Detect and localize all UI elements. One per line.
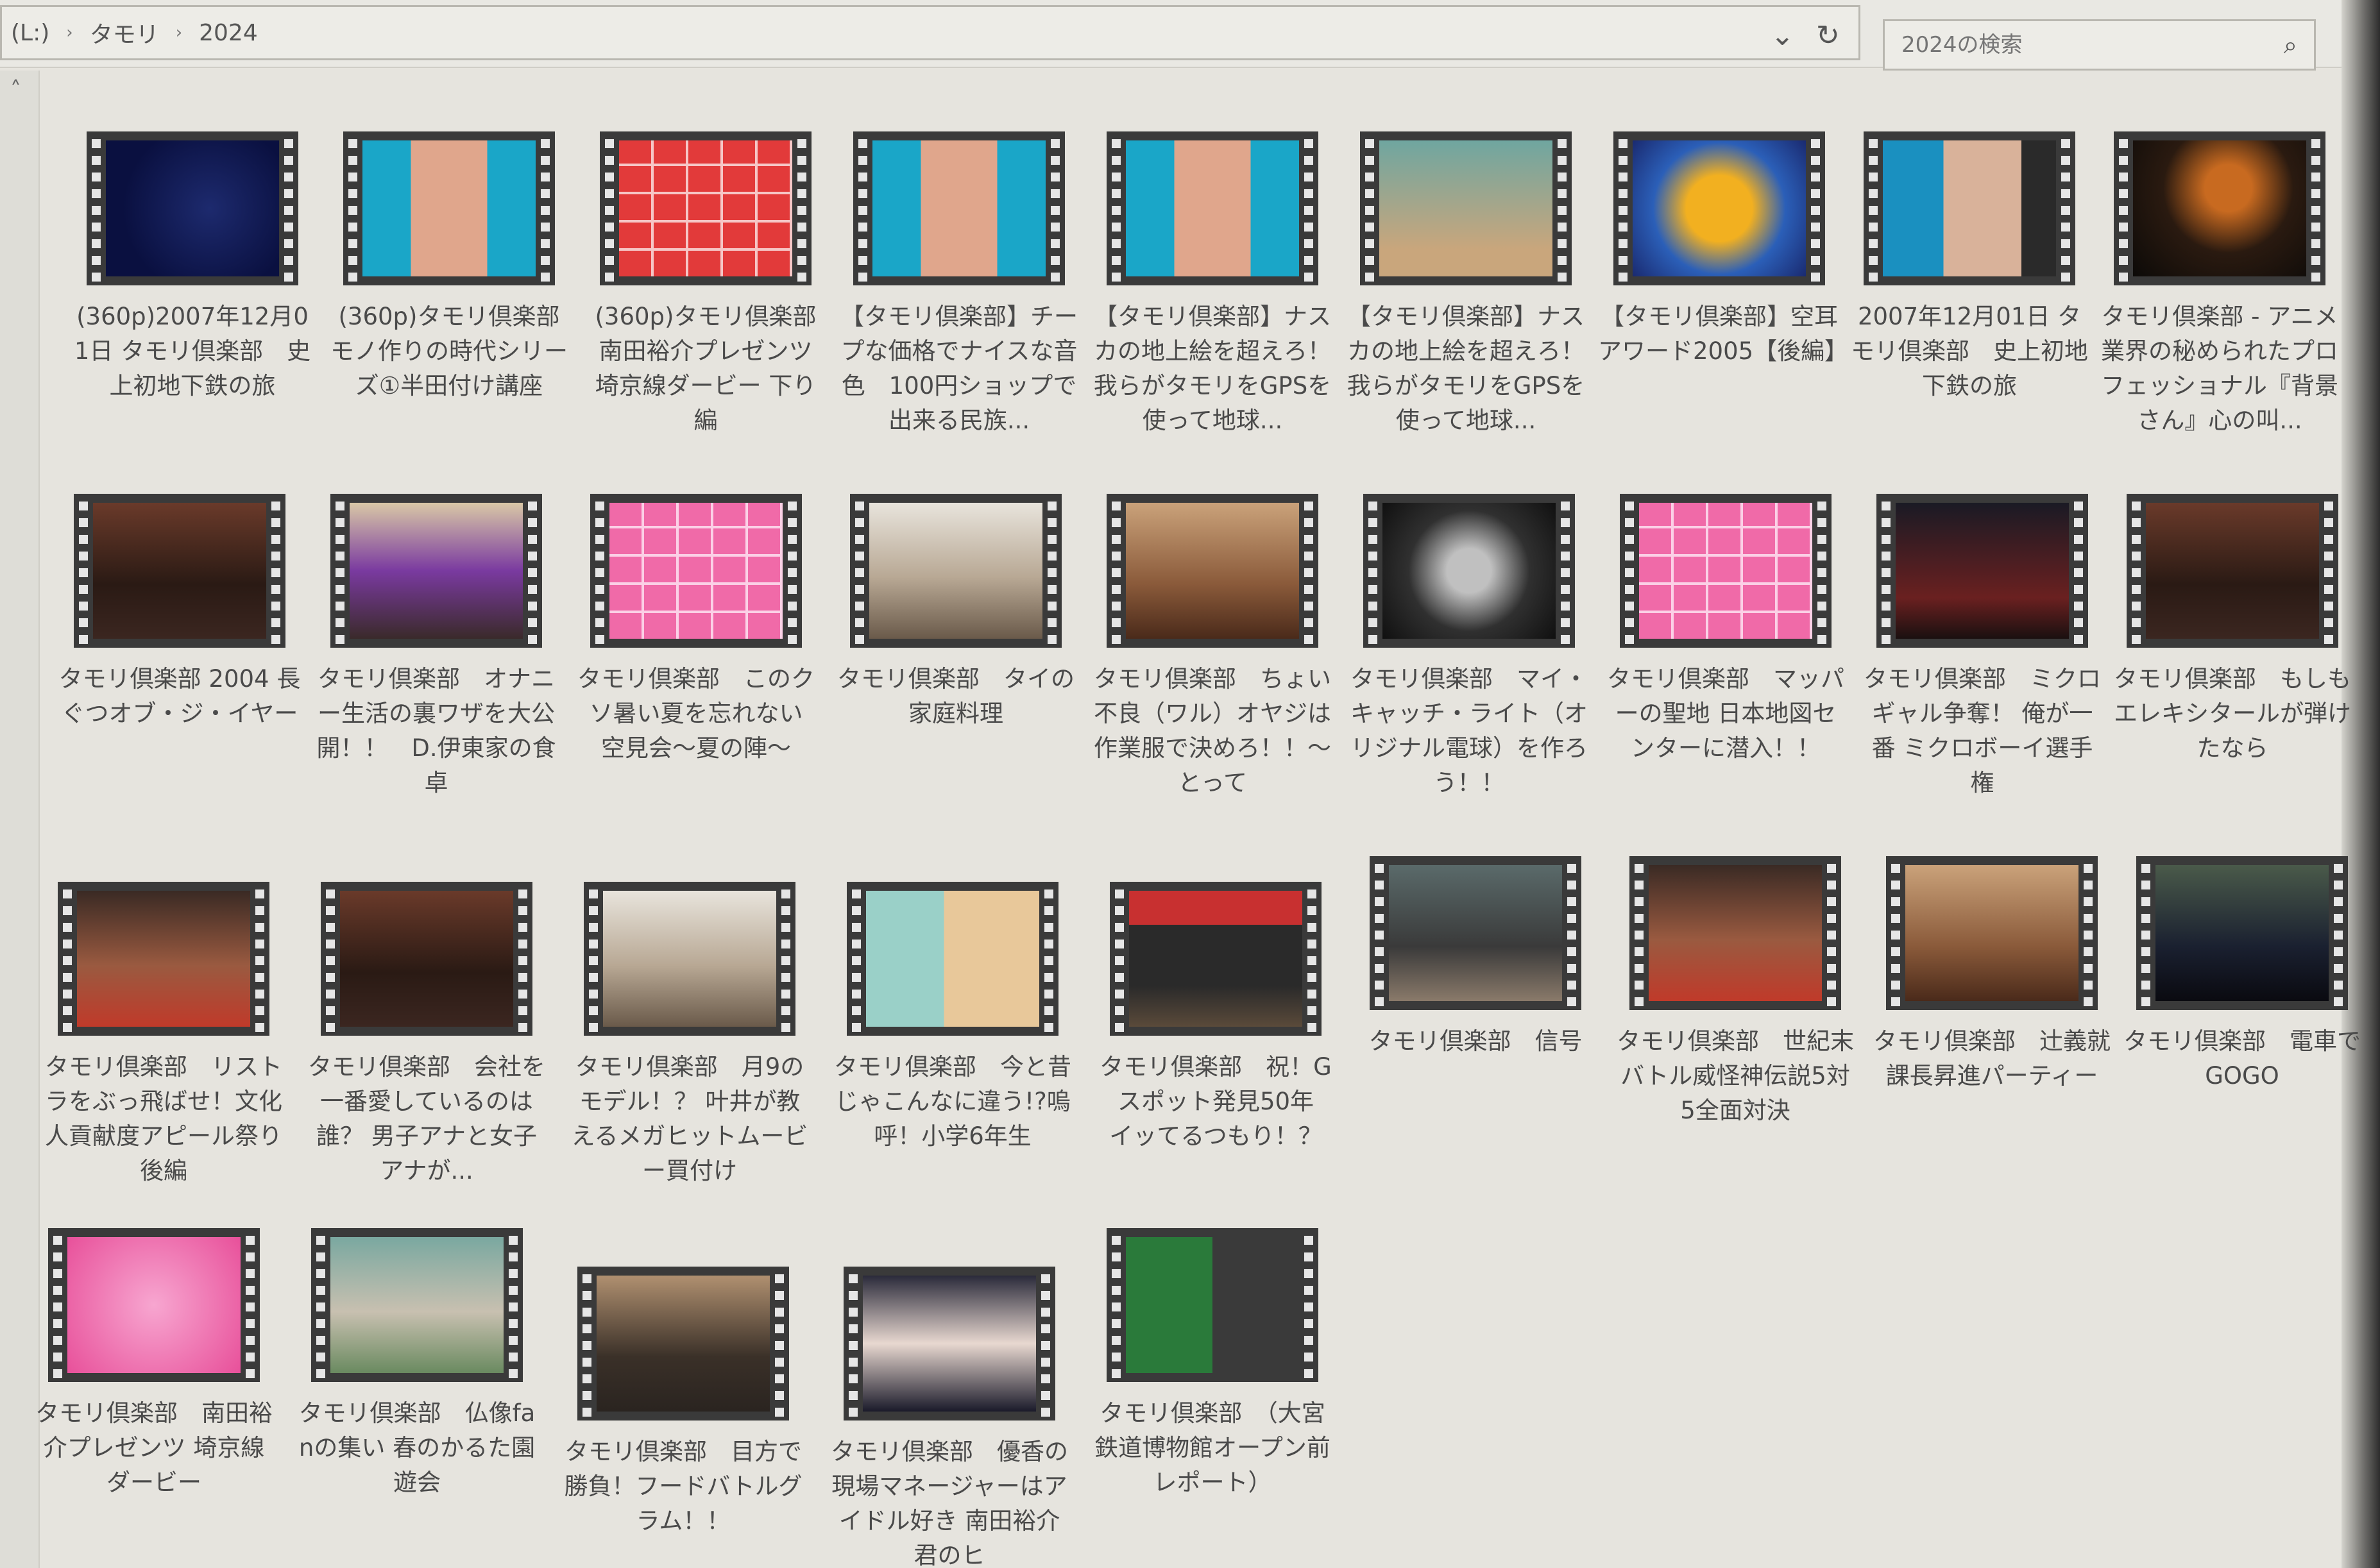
video-file-item[interactable]: タモリ倶楽部 2004 長ぐつオブ・ジ・イヤー	[55, 494, 305, 731]
file-name: タモリ倶楽部 世紀末バトル威怪神伝説5対5全面対決	[1617, 1027, 1854, 1124]
video-file-item[interactable]: 【タモリ倶楽部】チープな価格でナイスな音色 100円ショップで出来る民族...	[834, 131, 1084, 438]
video-file-item[interactable]: タモリ倶楽部 オナニー生活の裏ワザを大公開！！ D.伊東家の食卓	[311, 494, 561, 800]
file-name: 【タモリ倶楽部】空耳アワード2005【後編】	[1598, 303, 1849, 365]
video-thumbnail[interactable]	[577, 1267, 789, 1420]
video-file-item[interactable]: タモリ倶楽部 マッパーの聖地 日本地図センターに潜入！！	[1601, 494, 1851, 766]
file-name: タモリ倶楽部 もしもエレキシタールが弾けたなら	[2114, 665, 2351, 762]
file-name: タモリ倶楽部 今と昔じゃこんなに違う!?嗚呼！小学6年生	[834, 1053, 1071, 1150]
file-name: タモリ倶楽部 電車でGOGO	[2123, 1027, 2361, 1090]
file-name: タモリ倶楽部 ミクロギャル争奪！ 俺が一番 ミクロボーイ選手権	[1864, 665, 2101, 797]
video-file-item[interactable]: タモリ倶楽部 仏像fanの集い 春のかるた園遊会	[292, 1228, 542, 1500]
file-name: 【タモリ倶楽部】ナスカの地上絵を超えろ！我らがタモリをGPSを使って地球...	[1093, 303, 1332, 434]
file-name: 【タモリ倶楽部】チープな価格でナイスな音色 100円ショップで出来る民族...	[840, 303, 1078, 434]
video-thumbnail[interactable]	[590, 494, 802, 648]
video-file-item[interactable]: タモリ倶楽部 南田裕介プレゼンツ 埼京線ダービー	[29, 1228, 279, 1500]
video-file-item[interactable]: (360p)2007年12月01日 タモリ倶楽部 史上初地下鉄の旅	[67, 131, 318, 403]
video-file-item[interactable]: タモリ倶楽部 今と昔じゃこんなに違う!?嗚呼！小学6年生	[828, 882, 1078, 1154]
file-name: (360p)タモリ倶楽部 南田裕介プレゼンツ 埼京線ダービー 下り編	[595, 303, 840, 434]
video-thumbnail[interactable]	[1110, 882, 1322, 1036]
video-thumbnail[interactable]	[87, 131, 298, 285]
file-name: タモリ倶楽部 このクソ暑い夏を忘れない 空見会〜夏の陣〜	[577, 665, 815, 762]
video-file-item[interactable]: タモリ倶楽部 辻義就課長昇進パーティー	[1867, 856, 2117, 1093]
video-thumbnail[interactable]	[58, 882, 269, 1036]
file-name: タモリ倶楽部 辻義就課長昇進パーティー	[1873, 1027, 2111, 1090]
video-thumbnail[interactable]	[2114, 131, 2325, 285]
file-name: タモリ倶楽部 マッパーの聖地 日本地図センターに潜入！！	[1607, 665, 1844, 762]
video-file-item[interactable]: タモリ倶楽部 優香の現場マネージャーはアイドル好き 南田裕介君のヒ	[824, 1267, 1075, 1568]
video-thumbnail[interactable]	[1363, 494, 1575, 648]
file-name: タモリ倶楽部 会社を一番愛しているのは誰？ 男子アナと女子アナが...	[308, 1053, 545, 1184]
file-name: タモリ倶楽部 - アニメ業界の秘められたプロフェッショナル『背景さん』心の叫..…	[2101, 303, 2338, 434]
video-thumbnail[interactable]	[847, 882, 1058, 1036]
video-file-item[interactable]: (360p)タモリ倶楽部 南田裕介プレゼンツ 埼京線ダービー 下り編	[581, 131, 840, 438]
file-name: タモリ倶楽部 リストラをぶっ飛ばせ！文化人貢献度アピール祭り 後編	[45, 1053, 282, 1184]
video-thumbnail[interactable]	[48, 1228, 260, 1382]
file-grid: (360p)2007年12月01日 タモリ倶楽部 史上初地下鉄の旅 (360p)…	[0, 0, 2380, 1568]
file-name: タモリ倶楽部 オナニー生活の裏ワザを大公開！！ D.伊東家の食卓	[316, 665, 556, 797]
video-file-item[interactable]: タモリ倶楽部 月9のモデル！？ 叶井が教えるメガヒットムービー買付け	[565, 882, 815, 1188]
video-thumbnail[interactable]	[2127, 494, 2338, 648]
file-name: タモリ倶楽部 仏像fanの集い 春のかるた園遊会	[298, 1399, 536, 1496]
video-thumbnail[interactable]	[343, 131, 555, 285]
video-thumbnail[interactable]	[1613, 131, 1825, 285]
video-thumbnail[interactable]	[853, 131, 1065, 285]
video-thumbnail[interactable]	[584, 882, 795, 1036]
video-thumbnail[interactable]	[1629, 856, 1841, 1010]
file-name: 【タモリ倶楽部】ナスカの地上絵を超えろ！我らがタモリをGPSを使って地球...	[1347, 303, 1585, 434]
video-file-item[interactable]: 【タモリ倶楽部】ナスカの地上絵を超えろ！我らがタモリをGPSを使って地球...	[1087, 131, 1338, 438]
file-name: タモリ倶楽部 目方で勝負！フードバトルグラム！！	[564, 1438, 803, 1535]
video-file-item[interactable]: タモリ倶楽部 目方で勝負！フードバトルグラム！！	[558, 1267, 808, 1538]
video-thumbnail[interactable]	[844, 1267, 1055, 1420]
video-thumbnail[interactable]	[600, 131, 812, 285]
video-file-item[interactable]: タモリ倶楽部 - アニメ業界の秘められたプロフェッショナル『背景さん』心の叫..…	[2095, 131, 2345, 438]
video-file-item[interactable]: タモリ倶楽部 ちょい不良（ワル）オヤジは作業服で決めろ！！〜とって	[1087, 494, 1338, 800]
video-thumbnail[interactable]	[1876, 494, 2088, 648]
video-thumbnail[interactable]	[330, 494, 542, 648]
video-thumbnail[interactable]	[1107, 1228, 1318, 1382]
video-file-item[interactable]: タモリ倶楽部 リストラをぶっ飛ばせ！文化人貢献度アピール祭り 後編	[38, 882, 289, 1188]
video-file-item[interactable]: タモリ倶楽部 このクソ暑い夏を忘れない 空見会〜夏の陣〜	[571, 494, 821, 766]
video-thumbnail[interactable]	[1107, 131, 1318, 285]
video-file-item[interactable]: 2007年12月01日 タモリ倶楽部 史上初地下鉄の旅	[1844, 131, 2095, 403]
video-file-item[interactable]: タモリ倶楽部 タイの家庭料理	[831, 494, 1081, 731]
file-name: タモリ倶楽部 2004 長ぐつオブ・ジ・イヤー	[58, 665, 301, 727]
video-file-item[interactable]: タモリ倶楽部 信号	[1350, 856, 1601, 1059]
file-name: (360p)2007年12月01日 タモリ倶楽部 史上初地下鉄の旅	[74, 303, 311, 400]
video-file-item[interactable]: タモリ倶楽部 会社を一番愛しているのは誰？ 男子アナと女子アナが...	[302, 882, 552, 1188]
file-name: 2007年12月01日 タモリ倶楽部 史上初地下鉄の旅	[1851, 303, 2088, 400]
video-file-item[interactable]: 【タモリ倶楽部】ナスカの地上絵を超えろ！我らがタモリをGPSを使って地球...	[1341, 131, 1591, 438]
file-name: タモリ倶楽部 祝！Gスポット発見50年 イッてるつもり！？	[1100, 1053, 1338, 1150]
video-thumbnail[interactable]	[1620, 494, 1832, 648]
file-name: タモリ倶楽部 優香の現場マネージャーはアイドル好き 南田裕介君のヒ	[831, 1438, 1068, 1568]
video-thumbnail[interactable]	[1360, 131, 1572, 285]
file-name: タモリ倶楽部 南田裕介プレゼンツ 埼京線ダービー	[35, 1399, 273, 1496]
video-thumbnail[interactable]	[850, 494, 1062, 648]
video-file-item[interactable]: タモリ倶楽部 （大宮鉄道博物館オープン前レポート）	[1087, 1228, 1338, 1500]
video-file-item[interactable]: (360p)タモリ倶楽部 モノ作りの時代シリーズ①半田付け講座	[324, 131, 584, 403]
video-thumbnail[interactable]	[1886, 856, 2098, 1010]
video-file-item[interactable]: タモリ倶楽部 世紀末バトル威怪神伝説5対5全面対決	[1610, 856, 1860, 1128]
file-name: (360p)タモリ倶楽部 モノ作りの時代シリーズ①半田付け講座	[330, 303, 584, 400]
file-name: タモリ倶楽部 月9のモデル！？ 叶井が教えるメガヒットムービー買付け	[571, 1053, 808, 1184]
video-file-item[interactable]: タモリ倶楽部 もしもエレキシタールが弾けたなら	[2107, 494, 2358, 766]
video-thumbnail[interactable]	[2136, 856, 2348, 1010]
file-name: タモリ倶楽部 ちょい不良（ワル）オヤジは作業服で決めろ！！〜とって	[1094, 665, 1331, 797]
file-name: タモリ倶楽部 信号	[1368, 1027, 1583, 1055]
file-name: タモリ倶楽部 （大宮鉄道博物館オープン前レポート）	[1094, 1399, 1330, 1496]
video-thumbnail[interactable]	[1107, 494, 1318, 648]
video-file-item[interactable]: 【タモリ倶楽部】空耳アワード2005【後編】	[1594, 131, 1849, 369]
video-thumbnail[interactable]	[1864, 131, 2075, 285]
video-file-item[interactable]: タモリ倶楽部 電車でGOGO	[2117, 856, 2367, 1093]
video-file-item[interactable]: タモリ倶楽部 マイ・キャッチ・ライト（オリジナル電球）を作ろう！！	[1344, 494, 1594, 800]
file-name: タモリ倶楽部 マイ・キャッチ・ライト（オリジナル電球）を作ろう！！	[1350, 665, 1588, 797]
video-file-item[interactable]: タモリ倶楽部 ミクロギャル争奪！ 俺が一番 ミクロボーイ選手権	[1857, 494, 2107, 800]
file-name: タモリ倶楽部 タイの家庭料理	[837, 665, 1075, 727]
video-thumbnail[interactable]	[1370, 856, 1581, 1010]
video-thumbnail[interactable]	[74, 494, 285, 648]
video-file-item[interactable]: タモリ倶楽部 祝！Gスポット発見50年 イッてるつもり！？	[1091, 882, 1341, 1154]
video-thumbnail[interactable]	[321, 882, 532, 1036]
video-thumbnail[interactable]	[311, 1228, 523, 1382]
